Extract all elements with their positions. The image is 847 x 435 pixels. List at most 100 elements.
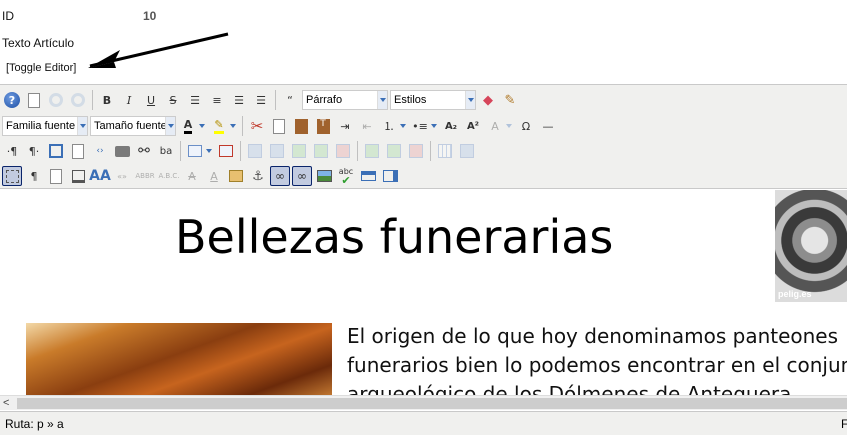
horizontal-scrollbar[interactable]: < — [0, 395, 847, 410]
numbered-list-dropdown[interactable] — [399, 117, 407, 135]
insert-table-dropdown[interactable] — [205, 142, 213, 160]
unlink-button[interactable]: ∞ — [292, 166, 312, 186]
editor-content-area[interactable]: Bellezas funerarias pelig.es El origen d… — [0, 190, 847, 395]
abbr-button[interactable]: ABBR — [134, 166, 156, 186]
clear-formatting-button[interactable]: ◆ — [478, 90, 498, 110]
background-color-button[interactable]: A — [485, 116, 505, 136]
merge-cells-button[interactable] — [457, 141, 477, 161]
scroll-left-icon[interactable]: < — [3, 397, 9, 409]
cite-button[interactable]: «» — [112, 166, 132, 186]
indent-button[interactable]: ⇥ — [335, 116, 355, 136]
attributes-button[interactable] — [226, 166, 246, 186]
superscript-button[interactable]: A² — [463, 116, 483, 136]
rtl-button[interactable]: ¶· — [24, 141, 44, 161]
help-button[interactable]: ? — [2, 90, 22, 110]
blockquote-button[interactable]: “ — [280, 90, 300, 110]
table-icon — [188, 145, 202, 157]
chevron-down-icon — [465, 91, 475, 109]
row-props-button[interactable] — [245, 141, 265, 161]
paste-button[interactable] — [291, 116, 311, 136]
insertion-button[interactable]: A — [204, 166, 224, 186]
search-button[interactable]: ⚯ — [134, 141, 154, 161]
separator — [240, 141, 241, 161]
insert-image-button[interactable] — [314, 166, 334, 186]
redo-icon — [71, 93, 85, 107]
insert-col-after-icon — [387, 144, 401, 158]
align-right-button[interactable]: ☰ — [251, 90, 271, 110]
undo-button[interactable] — [46, 90, 66, 110]
deletion-button[interactable]: A — [182, 166, 202, 186]
italic-button[interactable]: I — [119, 90, 139, 110]
horizontal-line-icon — [360, 171, 376, 181]
outdent-button[interactable]: ⇤ — [357, 116, 377, 136]
insert-row-before-button[interactable] — [289, 141, 309, 161]
delete-row-button[interactable] — [333, 141, 353, 161]
fullscreen-button[interactable] — [46, 141, 66, 161]
special-character-button[interactable]: Ω — [516, 116, 536, 136]
new-document-icon — [28, 92, 40, 108]
replace-button[interactable]: ba — [156, 141, 176, 161]
insert-col-before-button[interactable] — [362, 141, 382, 161]
print-button[interactable] — [112, 141, 132, 161]
insert-col-after-button[interactable] — [384, 141, 404, 161]
spellcheck-button[interactable]: abc ✔ — [336, 166, 356, 186]
horizontal-rule-button[interactable]: — — [538, 116, 558, 136]
insert-table-button[interactable] — [185, 141, 205, 161]
format-select[interactable]: Párrafo — [302, 90, 388, 110]
subscript-button[interactable]: A₂ — [441, 116, 461, 136]
ltr-button[interactable]: ·¶ — [2, 141, 22, 161]
font-family-value: Familia fuente — [6, 120, 76, 132]
style-props-button[interactable]: AA — [89, 166, 111, 186]
dolmen-photo — [26, 323, 332, 395]
paste-text-button[interactable]: T — [313, 116, 333, 136]
scissors-icon: ✂ — [250, 117, 264, 135]
acronym-button[interactable]: A.B.C. — [158, 166, 180, 186]
copy-button[interactable] — [269, 116, 289, 136]
strikethrough-button[interactable]: S — [163, 90, 183, 110]
preview-button[interactable] — [68, 141, 88, 161]
chevron-down-icon — [77, 117, 87, 135]
insert-row-after-button[interactable] — [311, 141, 331, 161]
template-button[interactable] — [46, 166, 66, 186]
highlight-color-button[interactable]: ✎ — [209, 116, 229, 136]
cleanup-button[interactable]: ✎ — [500, 90, 520, 110]
redo-button[interactable] — [68, 90, 88, 110]
underline-button[interactable]: U — [141, 90, 161, 110]
font-size-select[interactable]: Tamaño fuente — [90, 116, 176, 136]
horizontal-line-button[interactable] — [358, 166, 378, 186]
bullet-list-button[interactable]: •≡ — [410, 116, 430, 136]
styles-select[interactable]: Estilos — [390, 90, 476, 110]
layer-button[interactable] — [380, 166, 400, 186]
pagebreak-button[interactable] — [68, 166, 88, 186]
new-document-button[interactable] — [24, 90, 44, 110]
visual-aid-button[interactable] — [2, 166, 22, 186]
background-color-dropdown[interactable] — [505, 117, 513, 135]
text-color-button[interactable]: A — [178, 116, 198, 136]
scrollbar-thumb[interactable] — [17, 398, 847, 409]
delete-table-button[interactable] — [216, 141, 236, 161]
toggle-editor-link[interactable]: [Toggle Editor] — [6, 62, 76, 74]
link-button[interactable]: ∞ — [270, 166, 290, 186]
binoculars-icon: ⚯ — [138, 143, 150, 159]
font-family-select[interactable]: Familia fuente — [2, 116, 88, 136]
html-source-button[interactable]: ‹› — [90, 141, 110, 161]
anchor-button[interactable]: ⚓ — [248, 166, 268, 186]
text-color-dropdown[interactable] — [198, 117, 206, 135]
bullet-list-dropdown[interactable] — [430, 117, 438, 135]
align-left-button[interactable]: ☰ — [229, 90, 249, 110]
align-center-button[interactable]: ≡ — [207, 90, 227, 110]
cut-button[interactable]: ✂ — [247, 116, 267, 136]
bold-button[interactable]: B — [97, 90, 117, 110]
cell-props-button[interactable] — [267, 141, 287, 161]
align-justify-button[interactable]: ☰ — [185, 90, 205, 110]
numbered-list-button[interactable]: ⒈ — [379, 116, 399, 136]
layer-icon — [382, 170, 398, 182]
element-path[interactable]: Ruta: p » a — [5, 417, 64, 431]
show-blocks-button[interactable]: ¶ — [24, 166, 44, 186]
highlight-color-dropdown[interactable] — [229, 117, 237, 135]
split-cells-button[interactable] — [435, 141, 455, 161]
globe-image: pelig.es — [775, 190, 847, 302]
chevron-down-icon — [165, 117, 175, 135]
delete-col-button[interactable] — [406, 141, 426, 161]
paragraph-line: funerarios bien lo podemos encontrar en … — [347, 353, 847, 377]
